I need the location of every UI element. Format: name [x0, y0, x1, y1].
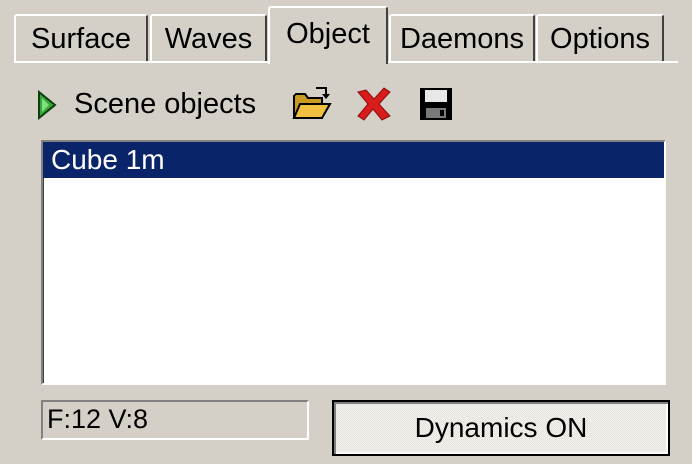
scene-objects-toolbar: Scene objects	[30, 80, 670, 130]
tab-bar: Surface Waves Object Daemons Options	[0, 0, 692, 64]
save-icon[interactable]	[414, 84, 458, 124]
scene-objects-label: Scene objects	[74, 88, 257, 120]
play-icon	[36, 89, 58, 121]
dynamics-toggle-button[interactable]: Dynamics ON	[332, 400, 670, 456]
delete-icon[interactable]	[352, 84, 396, 124]
open-folder-icon[interactable]	[290, 84, 334, 124]
tab-daemons[interactable]: Daemons	[389, 14, 535, 62]
list-item[interactable]: Cube 1m	[43, 142, 664, 178]
tab-object[interactable]: Object	[268, 6, 388, 64]
face-vertex-count: F:12 V:8	[41, 400, 309, 440]
scene-objects-list[interactable]: Cube 1m	[41, 140, 666, 385]
tab-waves[interactable]: Waves	[150, 14, 267, 62]
object-panel: Surface Waves Object Daemons Options Sce…	[0, 0, 692, 464]
tab-surface[interactable]: Surface	[14, 14, 148, 62]
tab-options[interactable]: Options	[536, 14, 664, 62]
